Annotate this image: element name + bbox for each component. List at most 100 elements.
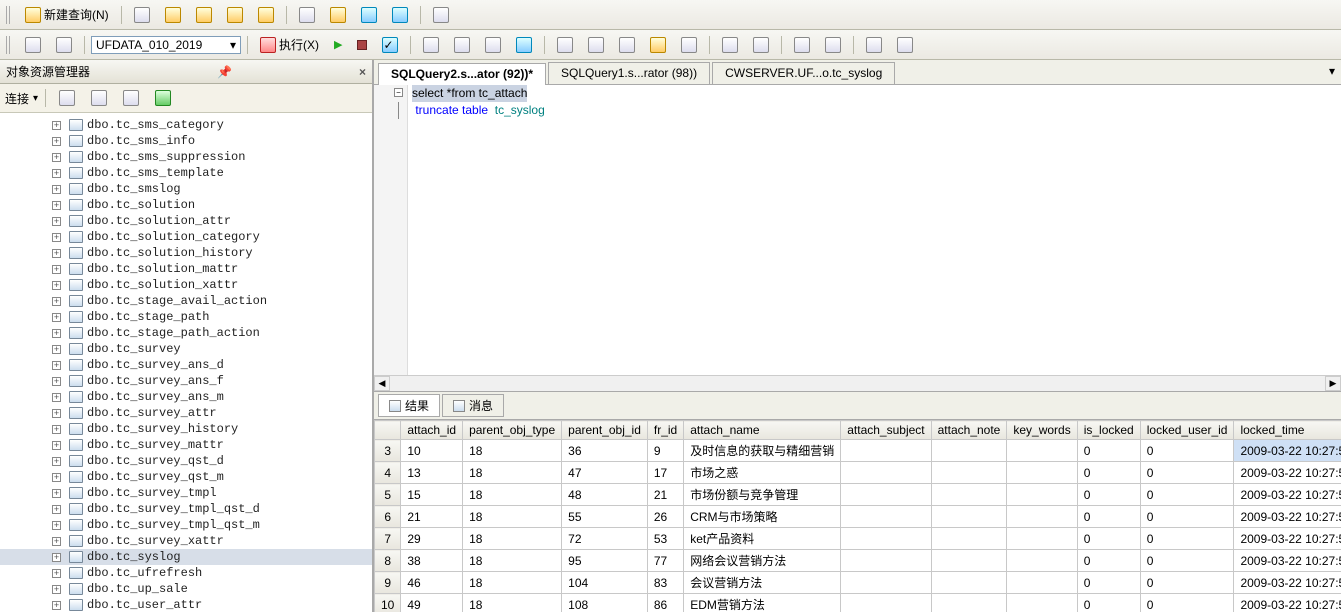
tree-item[interactable]: +dbo.tc_survey (0, 341, 372, 357)
pin-icon[interactable]: 📌 (217, 65, 232, 79)
expand-icon[interactable]: + (52, 489, 61, 498)
tb-btn-5[interactable] (252, 4, 280, 26)
tree-item[interactable]: +dbo.tc_user_attr (0, 597, 372, 612)
uncomment-button[interactable] (819, 34, 847, 56)
refresh-button[interactable] (149, 87, 177, 109)
cell[interactable]: 21 (647, 484, 683, 506)
expand-icon[interactable]: + (52, 537, 61, 546)
cell[interactable] (841, 506, 931, 528)
col-header[interactable]: attach_name (684, 421, 841, 440)
cell[interactable]: 0 (1077, 440, 1140, 462)
cell[interactable]: 21 (401, 506, 463, 528)
tree-item[interactable]: +dbo.tc_survey_qst_d (0, 453, 372, 469)
stop-button[interactable] (351, 37, 373, 53)
cell[interactable]: 0 (1077, 484, 1140, 506)
cell[interactable]: 36 (562, 440, 648, 462)
cell[interactable]: 0 (1140, 440, 1234, 462)
col-header[interactable]: parent_obj_type (463, 421, 562, 440)
cell[interactable]: 72 (562, 528, 648, 550)
cell[interactable]: 0 (1140, 484, 1234, 506)
tree-item[interactable]: +dbo.tc_ufrefresh (0, 565, 372, 581)
indent-button[interactable] (716, 34, 744, 56)
col-header[interactable]: attach_subject (841, 421, 931, 440)
cell[interactable]: 市场份额与竞争管理 (684, 484, 841, 506)
expand-icon[interactable]: + (52, 249, 61, 258)
parse-button[interactable]: ✓ (376, 34, 404, 56)
tb-btn-6[interactable] (293, 4, 321, 26)
cell[interactable]: 9 (647, 440, 683, 462)
results-tab[interactable]: 结果 (378, 394, 440, 417)
row-number[interactable]: 7 (375, 528, 401, 550)
tabs-dropdown[interactable]: ▾ (1323, 62, 1341, 84)
cell[interactable]: 2009-03-22 10:27:55.753 (1234, 528, 1341, 550)
cell[interactable] (931, 506, 1007, 528)
cell[interactable]: 86 (647, 594, 683, 612)
tree-item[interactable]: +dbo.tc_survey_qst_m (0, 469, 372, 485)
expand-icon[interactable]: + (52, 361, 61, 370)
cell[interactable]: 18 (463, 594, 562, 612)
table-row[interactable]: 515184821市场份额与竞争管理002009-03-22 10:27:55.… (375, 484, 1341, 506)
cell[interactable]: 2009-03-22 10:27:55.753 (1234, 506, 1341, 528)
expand-icon[interactable]: + (52, 153, 61, 162)
tree-item[interactable]: +dbo.tc_survey_ans_d (0, 357, 372, 373)
cell[interactable] (1007, 462, 1077, 484)
tree-item[interactable]: +dbo.tc_survey_attr (0, 405, 372, 421)
tree-item[interactable]: +dbo.tc_stage_path_action (0, 325, 372, 341)
tree-item[interactable]: +dbo.tc_survey_mattr (0, 437, 372, 453)
table-row[interactable]: 9461810483会议营销方法002009-03-22 10:27:55.75… (375, 572, 1341, 594)
expand-icon[interactable]: + (52, 297, 61, 306)
tb2-btn-13[interactable] (891, 34, 919, 56)
open-button[interactable] (324, 4, 352, 26)
expand-icon[interactable]: + (52, 393, 61, 402)
table-row[interactable]: 10491810886EDM营销方法002009-03-22 10:27:55.… (375, 594, 1341, 612)
expand-icon[interactable]: + (52, 521, 61, 530)
expand-icon[interactable]: + (52, 201, 61, 210)
col-header[interactable]: locked_user_id (1140, 421, 1234, 440)
tree-item[interactable]: +dbo.tc_sms_suppression (0, 149, 372, 165)
tb-btn-3[interactable] (190, 4, 218, 26)
expand-icon[interactable]: + (52, 457, 61, 466)
results-grid[interactable]: attach_idparent_obj_typeparent_obj_idfr_… (374, 420, 1341, 612)
connect-btn-2[interactable] (85, 87, 113, 109)
row-number[interactable]: 9 (375, 572, 401, 594)
tb2-btn-5[interactable] (479, 34, 507, 56)
cell[interactable]: 2009-03-22 10:27:55.753 (1234, 484, 1341, 506)
cell[interactable] (1007, 550, 1077, 572)
cell[interactable]: ket产品资料 (684, 528, 841, 550)
tb-btn-2[interactable] (159, 4, 187, 26)
messages-tab[interactable]: 消息 (442, 394, 504, 417)
expand-icon[interactable]: + (52, 601, 61, 610)
row-number[interactable]: 8 (375, 550, 401, 572)
cell[interactable]: 47 (562, 462, 648, 484)
expand-icon[interactable]: + (52, 473, 61, 482)
cell[interactable] (841, 528, 931, 550)
tree-item[interactable]: +dbo.tc_survey_tmpl_qst_d (0, 501, 372, 517)
tab-query2[interactable]: SQLQuery2.s...ator (92))* (378, 63, 546, 85)
cell[interactable]: 18 (463, 462, 562, 484)
table-row[interactable]: 621185526CRM与市场策略002009-03-22 10:27:55.7… (375, 506, 1341, 528)
cell[interactable] (841, 484, 931, 506)
tree-item[interactable]: +dbo.tc_solution_xattr (0, 277, 372, 293)
expand-icon[interactable]: + (52, 409, 61, 418)
cell[interactable] (931, 594, 1007, 612)
tb2-btn-8[interactable] (582, 34, 610, 56)
cell[interactable]: 83 (647, 572, 683, 594)
tree-item[interactable]: +dbo.tc_up_sale (0, 581, 372, 597)
cell[interactable]: 2009-03-22 10:27:55.753 (1234, 550, 1341, 572)
expand-icon[interactable]: + (52, 425, 61, 434)
cell[interactable]: 55 (562, 506, 648, 528)
cell[interactable]: 18 (463, 440, 562, 462)
cell[interactable]: 17 (647, 462, 683, 484)
table-row[interactable]: 838189577网络会议营销方法002009-03-22 10:27:55.7… (375, 550, 1341, 572)
expand-icon[interactable]: + (52, 585, 61, 594)
cell[interactable]: 0 (1140, 528, 1234, 550)
cell[interactable]: 0 (1077, 506, 1140, 528)
cell[interactable]: 网络会议营销方法 (684, 550, 841, 572)
col-header[interactable]: fr_id (647, 421, 683, 440)
cell[interactable] (841, 550, 931, 572)
tab-syslog[interactable]: CWSERVER.UF...o.tc_syslog (712, 62, 895, 84)
cell[interactable]: 18 (463, 528, 562, 550)
cell[interactable]: 10 (401, 440, 463, 462)
comment-button[interactable] (788, 34, 816, 56)
cell[interactable] (931, 484, 1007, 506)
